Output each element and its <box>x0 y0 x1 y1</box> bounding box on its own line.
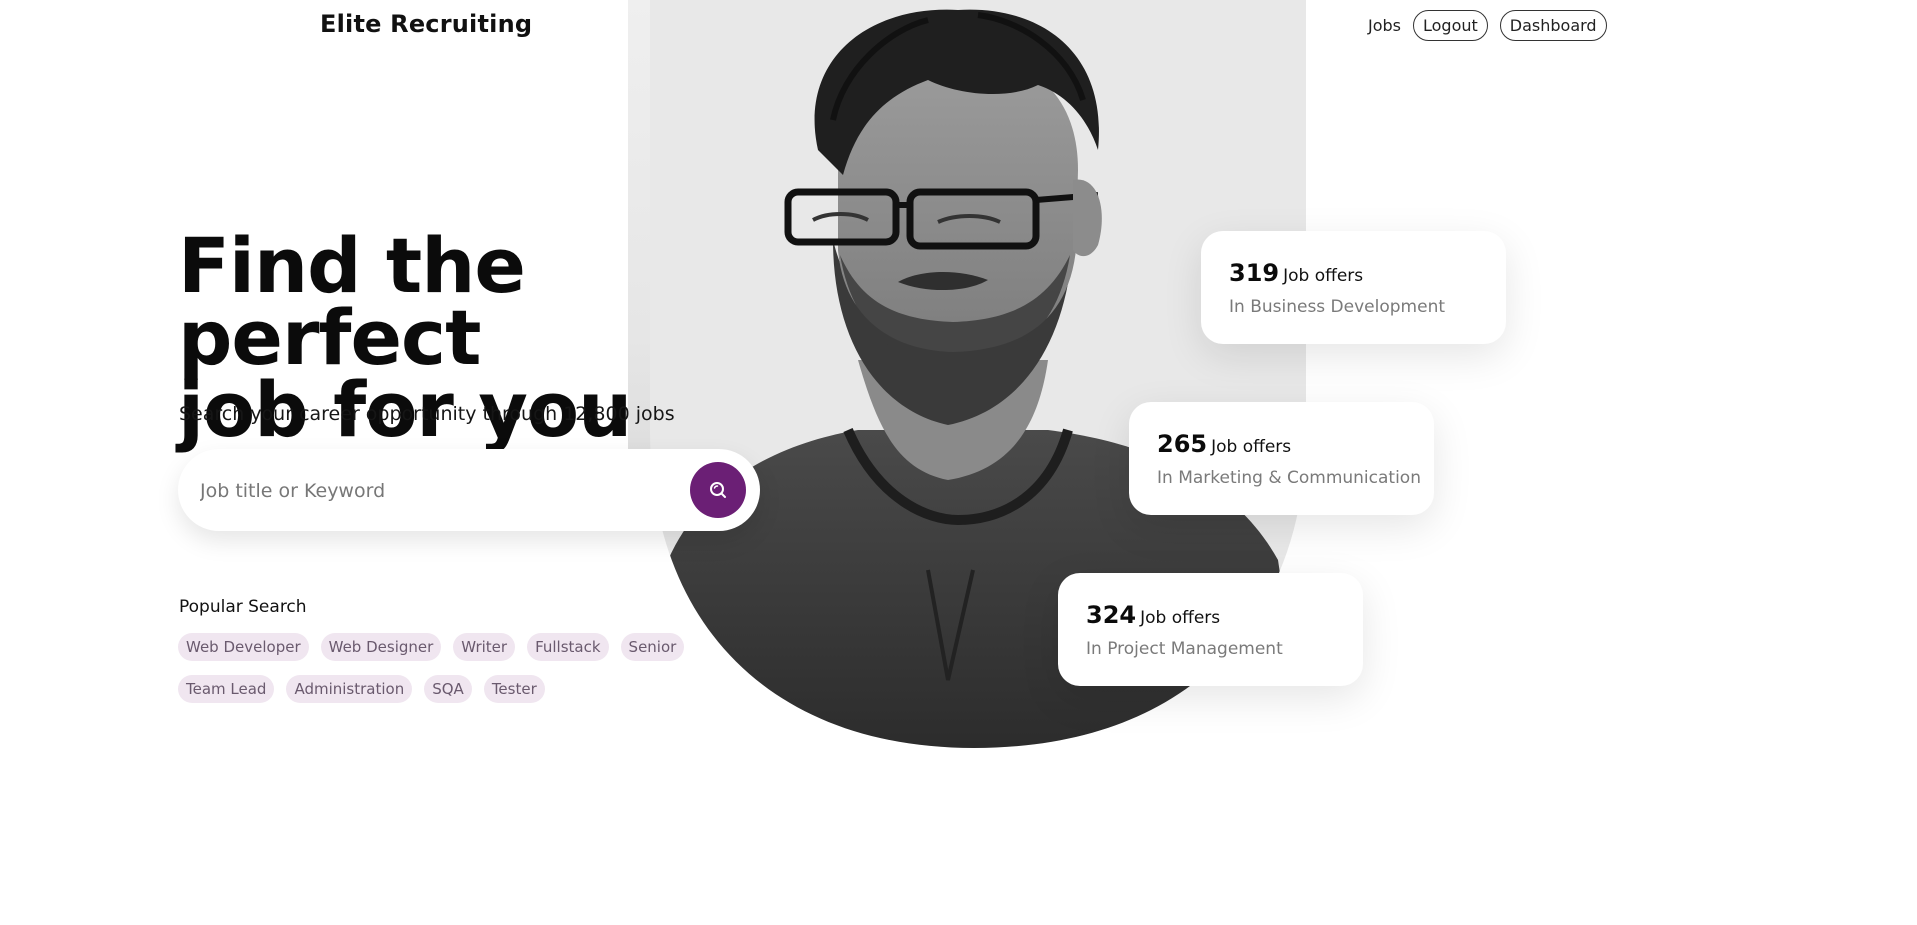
tag-fullstack[interactable]: Fullstack <box>527 633 609 661</box>
landing-page: Elite Recruiting Jobs Logout Dashboard F… <box>0 0 1917 925</box>
stat-card-project-management[interactable]: 324 Job offers In Project Management <box>1058 573 1363 686</box>
stat-line: 265 Job offers <box>1157 430 1291 458</box>
stat-line: 324 Job offers <box>1086 601 1220 629</box>
tag-senior[interactable]: Senior <box>620 633 685 661</box>
popular-tags: Web Developer Web Designer Writer Fullst… <box>178 633 698 717</box>
tag-web-designer[interactable]: Web Designer <box>320 633 442 661</box>
logout-button[interactable]: Logout <box>1413 10 1488 41</box>
stat-count: 265 <box>1157 430 1208 458</box>
search-input[interactable] <box>198 469 652 513</box>
stat-label: Job offers <box>1283 266 1364 286</box>
stat-label: Job offers <box>1211 437 1292 457</box>
tag-administration[interactable]: Administration <box>286 675 413 703</box>
brand-logo-text[interactable]: Elite Recruiting <box>320 10 532 38</box>
popular-tags-row-1: Web Developer Web Designer Writer Fullst… <box>178 633 698 661</box>
page-title-line1: Find the perfect <box>178 221 526 382</box>
stat-count: 324 <box>1086 601 1137 629</box>
tag-web-developer[interactable]: Web Developer <box>178 633 309 661</box>
search-icon <box>710 482 726 498</box>
tag-tester[interactable]: Tester <box>483 675 545 703</box>
stat-card-business-development[interactable]: 319 Job offers In Business Development <box>1201 231 1506 344</box>
tag-writer[interactable]: Writer <box>453 633 516 661</box>
popular-search-label: Popular Search <box>179 597 307 617</box>
stat-line: 319 Job offers <box>1229 259 1363 287</box>
stat-category: In Project Management <box>1086 639 1283 659</box>
popular-tags-row-2: Team Lead Administration SQA Tester <box>178 675 698 703</box>
tag-sqa[interactable]: SQA <box>424 675 472 703</box>
hero-subtitle: Search your career opportunity through 1… <box>179 403 675 425</box>
stat-category: In Business Development <box>1229 297 1446 317</box>
search-bar <box>178 449 760 531</box>
dashboard-button[interactable]: Dashboard <box>1499 10 1607 41</box>
stat-category: In Marketing & Communication <box>1157 468 1421 488</box>
search-button[interactable] <box>690 462 746 518</box>
stat-card-marketing-communication[interactable]: 265 Job offers In Marketing & Communicati… <box>1129 402 1434 515</box>
tag-team-lead[interactable]: Team Lead <box>178 675 275 703</box>
top-nav: Jobs Logout Dashboard <box>1368 10 1607 41</box>
stat-label: Job offers <box>1140 608 1221 628</box>
stat-count: 319 <box>1229 259 1280 287</box>
nav-link-jobs[interactable]: Jobs <box>1368 16 1401 35</box>
